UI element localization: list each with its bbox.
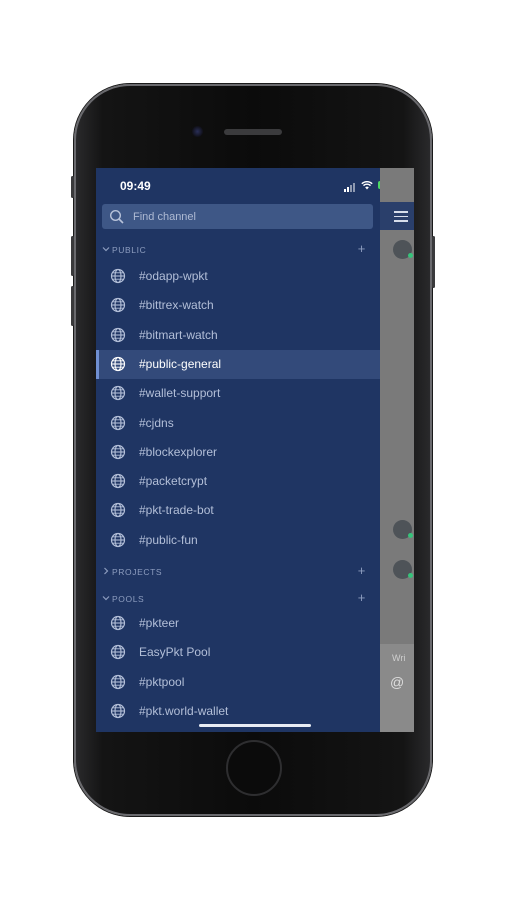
chat-peek-panel[interactable]: Wri @	[380, 168, 414, 732]
globe-icon	[110, 615, 126, 631]
chevron-down-icon	[102, 596, 110, 601]
search-placeholder: Find channel	[133, 210, 196, 223]
front-camera	[192, 126, 203, 137]
composer: Wri @	[380, 644, 414, 732]
volume-down-button	[71, 286, 74, 326]
globe-icon	[110, 327, 126, 342]
channel-item[interactable]: #wallet-support	[96, 379, 380, 408]
chevron-down-icon	[102, 247, 110, 252]
channel-item[interactable]: #packetcrypt	[96, 467, 380, 496]
add-project-channel-button[interactable]: +	[358, 563, 366, 578]
globe-icon	[110, 444, 126, 459]
channel-name: #public-general	[139, 356, 222, 371]
section-public[interactable]: PUBLIC +	[96, 241, 380, 258]
add-public-channel-button[interactable]: +	[358, 241, 366, 256]
channel-item[interactable]: #public-fun	[96, 526, 380, 555]
add-pool-channel-button[interactable]: +	[358, 590, 366, 605]
mention-icon[interactable]: @	[390, 674, 404, 690]
channel-item[interactable]: #pkt.world-wallet	[96, 697, 380, 726]
channel-name: #public-fun	[139, 532, 198, 547]
wifi-icon	[361, 180, 373, 189]
power-button	[432, 236, 435, 288]
signal-icon	[344, 178, 356, 192]
home-indicator	[199, 724, 311, 727]
chevron-right-icon	[104, 567, 109, 575]
avatar	[393, 560, 413, 579]
globe-icon	[110, 298, 126, 313]
channel-item[interactable]: #odapp-wpkt	[96, 262, 380, 291]
globe-icon	[110, 703, 126, 718]
avatar	[393, 520, 413, 539]
channel-name: #odapp-wpkt	[139, 269, 208, 283]
channel-name: #pkt-trade-bot	[139, 503, 214, 518]
channel-name: #packetcrypt	[139, 474, 208, 489]
channel-name: #bitmart-watch	[139, 327, 218, 342]
menu-icon[interactable]	[394, 211, 408, 225]
channel-name: #wallet-support	[139, 386, 221, 401]
channel-name: EasyPkt Pool	[139, 645, 211, 660]
globe-icon	[110, 356, 126, 371]
section-label: PROJECTS	[112, 567, 163, 577]
status-time: 09:49	[120, 179, 151, 193]
find-channel-search[interactable]: Find channel	[102, 204, 373, 229]
channel-drawer: 09:49 Find channel PUBLIC + #odapp-wpkt …	[96, 168, 399, 732]
globe-icon	[110, 386, 126, 401]
channel-item[interactable]: #bittrex-watch	[96, 291, 380, 320]
globe-icon	[110, 268, 126, 284]
volume-up-button	[71, 236, 74, 276]
channel-name: #pktpool	[139, 674, 185, 689]
section-label: POOLS	[112, 594, 145, 604]
globe-icon	[110, 645, 126, 660]
chat-header	[380, 202, 414, 230]
avatar	[393, 240, 413, 259]
globe-icon	[110, 532, 126, 547]
channel-name: #pkt.world-wallet	[139, 703, 229, 718]
globe-icon	[110, 415, 126, 430]
channel-name: #blockexplorer	[139, 444, 218, 459]
channel-item[interactable]: #cjdns	[96, 409, 380, 438]
channel-item[interactable]: #pktpool	[96, 668, 380, 697]
home-button[interactable]	[226, 740, 282, 796]
channel-item[interactable]: #bitmart-watch	[96, 321, 380, 350]
section-projects[interactable]: PROJECTS +	[96, 563, 380, 580]
channel-name: #pkteer	[139, 616, 180, 630]
channel-item[interactable]: #blockexplorer	[96, 438, 380, 467]
earpiece-speaker	[224, 129, 282, 135]
phone-frame: 09:49 Find channel PUBLIC + #odapp-wpkt …	[71, 84, 435, 816]
section-label: PUBLIC	[112, 245, 147, 255]
channel-item[interactable]: EasyPkt Pool	[96, 638, 380, 667]
globe-icon	[110, 674, 126, 689]
message-input[interactable]: Wri	[392, 653, 405, 663]
section-pools[interactable]: POOLS +	[96, 590, 380, 607]
screen: 09:49 Find channel PUBLIC + #odapp-wpkt …	[96, 168, 414, 732]
search-icon	[109, 209, 124, 224]
channel-item[interactable]: #pkteer	[96, 609, 380, 638]
channel-item[interactable]: #public-general	[96, 349, 380, 379]
channel-name: #cjdns	[139, 415, 174, 430]
globe-icon	[110, 473, 126, 489]
channel-name: #bittrex-watch	[139, 298, 214, 313]
globe-icon	[110, 503, 126, 518]
status-bar: 09:49	[96, 168, 414, 202]
channel-item[interactable]: #pkt-trade-bot	[96, 496, 380, 525]
mute-switch	[71, 176, 74, 198]
